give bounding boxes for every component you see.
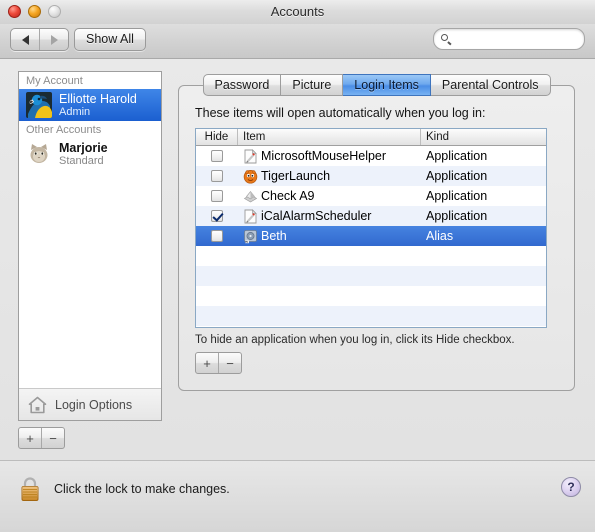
hide-checkbox[interactable] (211, 170, 223, 182)
triangle-left-icon (21, 34, 29, 45)
tab-password[interactable]: Password (202, 74, 282, 96)
hide-checkbox[interactable] (211, 210, 223, 222)
document-app-icon (244, 208, 257, 223)
item-label: Check A9 (261, 189, 315, 203)
help-button[interactable]: ? (561, 477, 581, 497)
account-name: Marjorie (59, 140, 108, 155)
sidebar-item-text: Elliotte Harold Admin (59, 92, 137, 119)
column-header-kind[interactable]: Kind (421, 129, 546, 145)
table-row-empty (196, 306, 546, 326)
login-options-label: Login Options (55, 397, 133, 412)
search-icon (441, 33, 452, 45)
login-items-table[interactable]: Hide Item Kind MicrosoftMouseHelper Appl… (195, 128, 547, 328)
item-label: iCalAlarmScheduler (261, 209, 372, 223)
triangle-right-icon (50, 34, 58, 45)
item-label: Beth (261, 229, 287, 243)
table-row[interactable]: MicrosoftMouseHelper Application (196, 146, 546, 166)
item-cell: MicrosoftMouseHelper (238, 148, 421, 164)
table-header-row: Hide Item Kind (196, 129, 546, 146)
login-items-add-remove-controls: + − (195, 352, 242, 374)
sidebar-add-remove-controls: + − (18, 427, 65, 449)
sidebar-item-elliotte-harold[interactable]: Elliotte Harold Admin (19, 89, 161, 121)
item-cell: Beth (238, 229, 421, 244)
table-row[interactable]: Beth Alias (196, 226, 546, 246)
show-all-button[interactable]: Show All (74, 28, 146, 51)
hide-cell[interactable] (196, 230, 238, 242)
bottom-bar: Click the lock to make changes. ? (0, 460, 595, 532)
hide-cell[interactable] (196, 150, 238, 162)
silver-app-icon (243, 190, 258, 202)
table-row-empty (196, 286, 546, 306)
remove-login-item-button[interactable]: − (218, 353, 241, 373)
remove-account-button[interactable]: − (41, 428, 64, 448)
window-title: Accounts (270, 4, 325, 19)
table-row[interactable]: TigerLaunch Application (196, 166, 546, 186)
document-app-icon (244, 148, 257, 163)
search-box[interactable] (433, 28, 595, 50)
accounts-window: Accounts Show All My Account Elliotte Ha… (0, 0, 595, 532)
hide-hint-text: To hide an application when you log in, … (195, 334, 515, 346)
table-row-empty (196, 326, 546, 327)
login-options-button[interactable]: Login Options (19, 388, 161, 420)
hide-cell[interactable] (196, 170, 238, 182)
nav-segmented-control (10, 28, 69, 51)
table-row[interactable]: Check A9 Application (196, 186, 546, 206)
item-label: TigerLaunch (261, 169, 331, 183)
sidebar-item-text: Marjorie Standard (59, 141, 108, 168)
item-cell: iCalAlarmScheduler (238, 208, 421, 224)
kind-cell: Application (426, 209, 488, 223)
item-label: MicrosoftMouseHelper (261, 149, 387, 163)
orange-face-icon (243, 169, 258, 184)
cat-avatar-svg (26, 141, 52, 167)
table-row-empty (196, 246, 546, 266)
table-row-empty (196, 266, 546, 286)
account-name: Elliotte Harold (59, 91, 137, 106)
kind-cell: Application (426, 189, 488, 203)
alias-disk-icon (244, 229, 257, 243)
account-role: Standard (59, 154, 104, 167)
parrot-avatar-svg (26, 92, 52, 118)
hide-checkbox[interactable] (211, 230, 223, 242)
back-button[interactable] (11, 29, 39, 50)
add-login-item-button[interactable]: + (196, 353, 218, 373)
column-header-item[interactable]: Item (238, 129, 421, 145)
kind-cell: Alias (426, 229, 454, 243)
sidebar-group-label-other-accounts: Other Accounts (26, 124, 102, 136)
table-row[interactable]: iCalAlarmScheduler Application (196, 206, 546, 226)
forward-button (39, 29, 68, 50)
content-area: My Account Elliotte Harold Admin Other A… (0, 59, 595, 460)
hide-checkbox[interactable] (211, 190, 223, 202)
tab-parental-controls[interactable]: Parental Controls (430, 74, 551, 96)
kind-cell: Application (426, 149, 488, 163)
home-icon (28, 396, 47, 413)
kind-cell: Application (426, 169, 488, 183)
hide-cell[interactable] (196, 210, 238, 222)
pane-caption: These items will open automatically when… (195, 106, 486, 120)
cat-avatar (26, 141, 52, 167)
tab-picture[interactable]: Picture (281, 74, 344, 96)
parrot-avatar (26, 92, 52, 118)
tab-bar: Password Picture Login Items Parental Co… (178, 74, 575, 96)
tab-login-items[interactable]: Login Items (343, 74, 431, 96)
item-cell: TigerLaunch (238, 169, 421, 184)
column-header-hide[interactable]: Hide (196, 129, 238, 145)
account-role: Admin (59, 105, 91, 118)
sidebar-item-marjorie[interactable]: Marjorie Standard (19, 138, 161, 170)
sidebar-group-label-my-account: My Account (26, 75, 83, 87)
hide-checkbox[interactable] (211, 150, 223, 162)
search-input[interactable] (452, 32, 595, 46)
toolbar: Show All (0, 24, 595, 59)
add-account-button[interactable]: + (19, 428, 41, 448)
title-bar: Accounts (0, 0, 595, 24)
lock-row: Click the lock to make changes. (18, 475, 230, 503)
item-cell: Check A9 (238, 189, 421, 204)
tab-pane: These items will open automatically when… (178, 85, 575, 391)
accounts-sidebar: My Account Elliotte Harold Admin Other A… (18, 71, 162, 421)
hide-cell[interactable] (196, 190, 238, 202)
locked-padlock-icon[interactable] (18, 475, 42, 503)
lock-message: Click the lock to make changes. (54, 482, 230, 496)
